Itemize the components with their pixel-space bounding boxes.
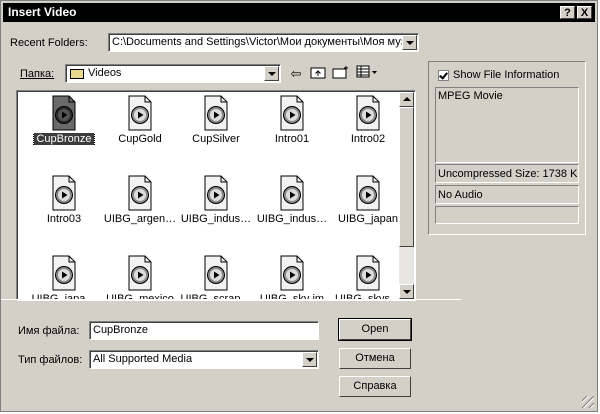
file-item[interactable]: UIBG_argen… (100, 175, 180, 245)
file-item[interactable]: UIBG_scrap… (176, 255, 256, 300)
file-item[interactable]: Intro02 (328, 95, 408, 165)
video-file-icon (128, 175, 152, 211)
window-title: Insert Video (8, 5, 77, 19)
video-file-icon (356, 255, 380, 291)
file-name: UIBG_argen… (103, 213, 177, 225)
back-arrow-icon[interactable]: ⇦ (286, 65, 306, 83)
file-name: CupGold (118, 133, 162, 145)
show-file-info-label: Show File Information (453, 69, 560, 81)
file-item[interactable]: UIBG_japa… (24, 255, 104, 300)
insert-video-dialog: Insert Video ? X Recent Folders: C:\Docu… (0, 0, 598, 412)
file-name-input[interactable]: CupBronze (89, 321, 319, 340)
video-file-icon (128, 95, 152, 131)
recent-folders-value: C:\Documents and Settings\Victor\Мои док… (112, 36, 406, 48)
file-name: CupBronze (33, 133, 95, 145)
video-file-icon (356, 95, 380, 131)
file-name: UIBG_indus… (180, 213, 252, 225)
video-file-icon (52, 255, 76, 291)
up-folder-icon[interactable] (308, 65, 328, 83)
help-button[interactable]: Справка (339, 376, 411, 397)
file-item[interactable]: UIBG_indus… (176, 175, 256, 245)
chevron-down-icon[interactable] (264, 66, 279, 81)
video-file-icon (280, 95, 304, 131)
extra-info-box (435, 206, 579, 224)
file-list[interactable]: CupBronze CupGold CupSilver Intro01 Intro02 I… (16, 90, 416, 301)
chevron-down-icon[interactable] (402, 35, 417, 50)
uncompressed-size: Uncompressed Size: 1738 K (438, 168, 578, 180)
look-in-label: Папка: (20, 68, 55, 80)
audio-box: No Audio (435, 185, 579, 204)
new-folder-icon[interactable] (331, 65, 351, 83)
recent-folders-combo[interactable]: C:\Documents and Settings\Victor\Мои док… (108, 33, 419, 52)
look-in-combo[interactable]: Videos (65, 64, 281, 83)
video-file-icon (204, 95, 228, 131)
file-info-panel: Show File Information MPEG Movie Uncompr… (428, 61, 586, 235)
file-name: CupSilver (192, 133, 240, 145)
video-file-icon (204, 175, 228, 211)
divider (1, 299, 461, 300)
file-item[interactable]: Intro03 (24, 175, 104, 245)
video-file-icon (356, 175, 380, 211)
file-item[interactable]: CupBronze (24, 95, 104, 165)
file-type-label: Тип файлов: (18, 354, 83, 366)
file-item[interactable]: UIBG_sky im (252, 255, 332, 300)
file-item[interactable]: UIBG_japan (328, 175, 408, 245)
file-item[interactable]: Intro01 (252, 95, 332, 165)
file-name-value: CupBronze (93, 324, 149, 336)
file-name: Intro02 (350, 133, 386, 145)
video-file-icon (280, 175, 304, 211)
video-file-icon (128, 255, 152, 291)
file-name-label: Имя файла: (18, 325, 80, 337)
file-name: Intro03 (46, 213, 82, 225)
video-file-icon (52, 175, 76, 211)
chevron-down-icon[interactable] (302, 352, 317, 367)
file-type-select-value: All Supported Media (93, 353, 193, 365)
view-menu-icon[interactable] (355, 65, 379, 83)
file-name: UIBG_indus… (256, 213, 328, 225)
audio-info: No Audio (438, 189, 483, 201)
file-type-select[interactable]: All Supported Media (89, 350, 319, 369)
folder-icon (70, 69, 84, 79)
cancel-button[interactable]: Отмена (339, 348, 411, 369)
video-file-icon (52, 95, 76, 131)
file-item[interactable]: CupGold (100, 95, 180, 165)
recent-folders-label: Recent Folders: (10, 37, 88, 49)
look-in-value: Videos (88, 67, 122, 79)
file-name: UIBG_japan (338, 213, 398, 225)
file-type-value: MPEG Movie (438, 90, 503, 102)
close-title-button[interactable]: X (577, 6, 592, 19)
help-title-button[interactable]: ? (560, 6, 575, 19)
size-box: Uncompressed Size: 1738 K (435, 164, 579, 183)
resize-grip[interactable] (582, 396, 594, 408)
video-file-icon (204, 255, 228, 291)
file-item[interactable]: UIBG_indus… (252, 175, 332, 245)
title-bar: Insert Video ? X (3, 3, 595, 22)
video-file-icon (280, 255, 304, 291)
file-name: Intro01 (274, 133, 310, 145)
open-button[interactable]: Open (338, 318, 412, 341)
show-file-info-checkbox[interactable] (438, 70, 449, 81)
file-item[interactable]: UIBG_mexico (100, 255, 180, 300)
file-item[interactable]: CupSilver (176, 95, 256, 165)
file-item[interactable]: UIBG_skys… (328, 255, 408, 300)
file-type-box: MPEG Movie (435, 87, 579, 163)
